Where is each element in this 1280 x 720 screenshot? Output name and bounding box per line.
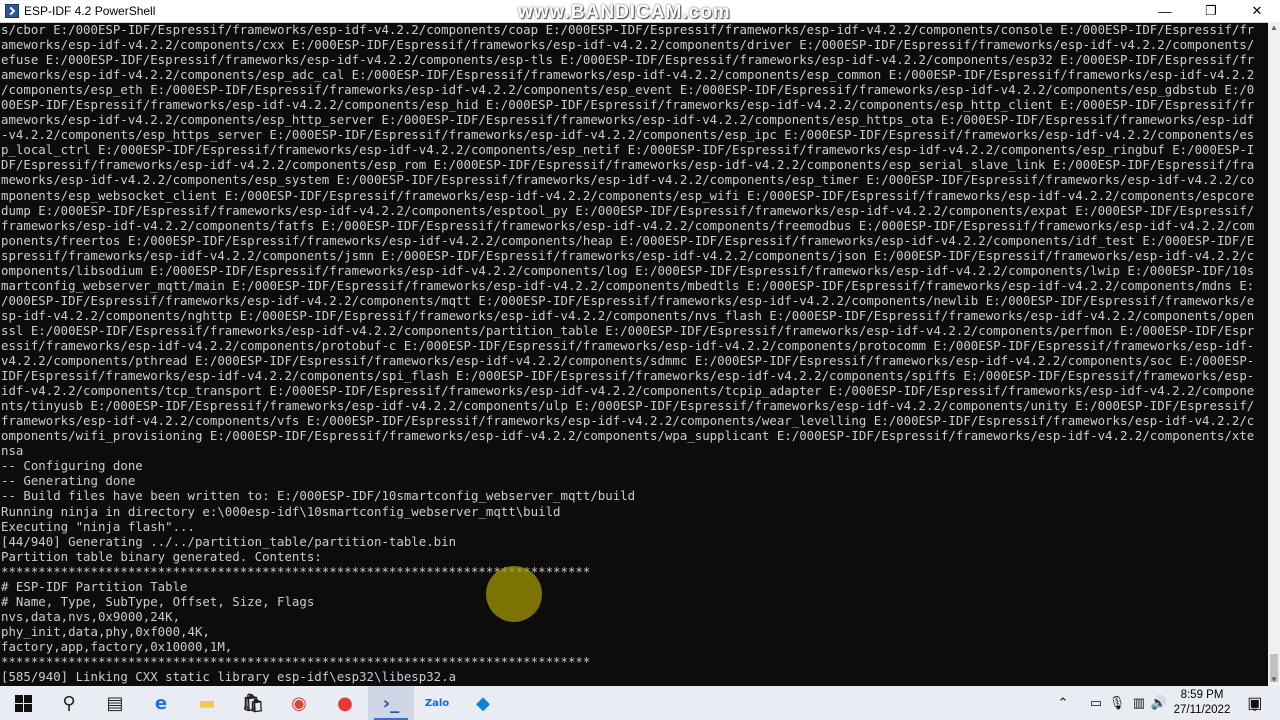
notifications-icon[interactable]: ▣ 6: [1244, 686, 1270, 720]
terminal-line: martconfig_webserver_mqtt/main E:/000ESP…: [1, 277, 1255, 293]
mouse-cursor-highlight: [486, 566, 542, 622]
store-icon: 🛍: [241, 692, 265, 714]
powershell-app-icon: [5, 4, 19, 18]
clock-time: 8:59 PM: [1180, 689, 1224, 701]
terminal-line: v4.2.2/components/pthread E:/000ESP-IDF/…: [1, 353, 1255, 369]
terminal-line: ponents/freertos E:/000ESP-IDF/Espressif…: [1, 232, 1255, 248]
record-icon: ●: [337, 692, 353, 714]
scroll-down-icon[interactable]: ▼: [1268, 674, 1280, 686]
edge-icon: e: [154, 692, 168, 714]
search-icon: ⚲: [62, 692, 76, 714]
window-title: ESP-IDF 4.2 PowerShell: [24, 4, 156, 18]
powershell-icon: ›_: [382, 692, 400, 714]
terminal-line: # Name, Type, SubType, Offset, Size, Fla…: [1, 593, 315, 609]
terminal-line: nts/tinyusb E:/000ESP-IDF/Espressif/fram…: [1, 398, 1255, 414]
terminal-line: -v4.2.2/components/esp_https_server E:/0…: [1, 127, 1255, 143]
terminal-line: dump E:/000ESP-IDF/Espressif/frameworks/…: [1, 202, 1255, 218]
taskbar-button-powershell[interactable]: ›_: [368, 686, 414, 720]
terminal-line: DF/Espressif/frameworks/esp-idf-v4.2.2/c…: [1, 157, 1255, 173]
terminal-line: p_local_ctrl E:/000ESP-IDF/Espressif/fra…: [1, 142, 1255, 158]
terminal-line: ****************************************…: [1, 563, 591, 579]
terminal-line: -- Build files have been written to: E:/…: [1, 488, 636, 504]
taskbar-button-vscode[interactable]: ◆: [460, 686, 506, 720]
terminal-line: IDF/Espressif/frameworks/esp-idf-v4.2.2/…: [1, 368, 1255, 384]
taskbar-button-chrome[interactable]: ◉: [276, 686, 322, 720]
taskbar-button-task-view[interactable]: ▤: [92, 686, 138, 720]
terminal-line: # ESP-IDF Partition Table: [1, 578, 188, 594]
taskbar-button-store[interactable]: 🛍: [230, 686, 276, 720]
terminal-line: [44/940] Generating ../../partition_tabl…: [1, 533, 457, 549]
system-clock[interactable]: 8:59 PM 27/11/2022: [1166, 688, 1238, 718]
taskbar: ⚲ ▤ e ▬ 🛍 ◉ ● ›_ Zalo ◆ ⌃ ▭ 🎙 ▥ 🔊 8:59 PM 27/11/2…: [0, 686, 1280, 720]
terminal-line: efuse E:/000ESP-IDF/Espressif/frameworks…: [1, 52, 1255, 68]
terminal-line: ameworks/esp-idf-v4.2.2/components/cxx E…: [1, 37, 1255, 53]
windows-logo-icon: [14, 694, 32, 712]
terminal-line: [585/940] Linking CXX static library esp…: [1, 669, 457, 685]
maximize-icon: ❐: [1205, 3, 1217, 18]
start-button[interactable]: [0, 686, 46, 720]
terminal-line: essif/frameworks/esp-idf-v4.2.2/componen…: [1, 337, 1255, 353]
file-explorer-icon: ▬: [198, 692, 216, 714]
title-bar[interactable]: ESP-IDF 4.2 PowerShell www.BANDICAM.com …: [0, 0, 1280, 23]
vertical-scrollbar[interactable]: ▲ ▼: [1268, 22, 1280, 686]
close-button[interactable]: ✕: [1234, 0, 1280, 22]
minimize-button[interactable]: —: [1142, 0, 1188, 22]
terminal-line: frameworks/esp-idf-v4.2.2/components/vfs…: [1, 413, 1255, 429]
taskbar-button-record[interactable]: ●: [322, 686, 368, 720]
terminal-line: Partition table binary generated. Conten…: [1, 548, 322, 564]
tray-chevron-icon[interactable]: ⌃: [1054, 686, 1072, 720]
task-view-icon: ▤: [106, 692, 124, 714]
network-icon[interactable]: ▥: [1130, 686, 1148, 720]
maximize-button[interactable]: ❐: [1188, 0, 1234, 22]
terminal-line: idf-v4.2.2/components/tcp_transport E:/0…: [1, 383, 1255, 399]
chrome-icon: ◉: [291, 692, 307, 714]
terminal-line: omponents/wifi_provisioning E:/000ESP-ID…: [1, 428, 1255, 444]
terminal-line: meworks/esp-idf-v4.2.2/components/esp_sy…: [1, 172, 1255, 188]
taskbar-button-search[interactable]: ⚲: [46, 686, 92, 720]
terminal-line: Running ninja in directory e:\000esp-idf…: [1, 503, 561, 519]
terminal-line: -- Generating done: [1, 473, 136, 489]
battery-icon[interactable]: ▭: [1086, 686, 1106, 720]
microphone-icon[interactable]: 🎙: [1108, 686, 1126, 720]
terminal-output[interactable]: s/cbor E:/000ESP-IDF/Espressif/framework…: [0, 22, 1268, 686]
terminal-line: frameworks/esp-idf-v4.2.2/components/fat…: [1, 217, 1255, 233]
notification-count: 6: [1252, 703, 1257, 713]
vscode-icon: ◆: [476, 692, 490, 714]
terminal-line: nsa: [1, 443, 24, 459]
taskbar-button-zalo[interactable]: Zalo: [414, 686, 460, 720]
bandicam-watermark: www.BANDICAM.com: [518, 2, 731, 24]
terminal-line: /components/esp_eth E:/000ESP-IDF/Espres…: [1, 82, 1255, 98]
terminal-line: mponents/esp_websocket_client E:/000ESP-…: [1, 187, 1255, 203]
terminal-line: ssl E:/000ESP-IDF/Espressif/frameworks/e…: [1, 322, 1255, 338]
taskbar-button-file-explorer[interactable]: ▬: [184, 686, 230, 720]
terminal-line: Executing "ninja flash"...: [1, 518, 195, 534]
scroll-up-icon[interactable]: ▲: [1268, 22, 1280, 34]
clock-date: 27/11/2022: [1173, 704, 1231, 716]
terminal-line: spressif/frameworks/esp-idf-v4.2.2/compo…: [1, 247, 1255, 263]
minimize-icon: —: [1158, 3, 1172, 19]
terminal-line: /000ESP-IDF/Espressif/frameworks/esp-idf…: [1, 292, 1255, 308]
terminal-line: nvs,data,nvs,0x9000,24K,: [1, 608, 181, 624]
taskbar-button-edge[interactable]: e: [138, 686, 184, 720]
terminal-line: ameworks/esp-idf-v4.2.2/components/esp_h…: [1, 112, 1255, 128]
watermark-text: www.BANDICAM.com: [518, 2, 731, 23]
terminal-line: factory,app,factory,0x10000,1M,: [1, 638, 233, 654]
terminal-line: ****************************************…: [1, 653, 591, 669]
terminal-line: ameworks/esp-idf-v4.2.2/components/esp_a…: [1, 67, 1255, 83]
terminal-line: s/cbor E:/000ESP-IDF/Espressif/framework…: [1, 22, 1255, 37]
terminal-line: 00ESP-IDF/Espressif/frameworks/esp-idf-v…: [1, 97, 1255, 113]
close-icon: ✕: [1251, 3, 1263, 18]
terminal-line: omponents/libsodium E:/000ESP-IDF/Espres…: [1, 262, 1255, 278]
zalo-icon: Zalo: [424, 697, 450, 709]
terminal-line: sp-idf-v4.2.2/components/nghttp E:/000ES…: [1, 307, 1255, 323]
terminal-line: -- Configuring done: [1, 458, 143, 474]
terminal-line: phy_init,data,phy,0xf000,4K,: [1, 623, 210, 639]
